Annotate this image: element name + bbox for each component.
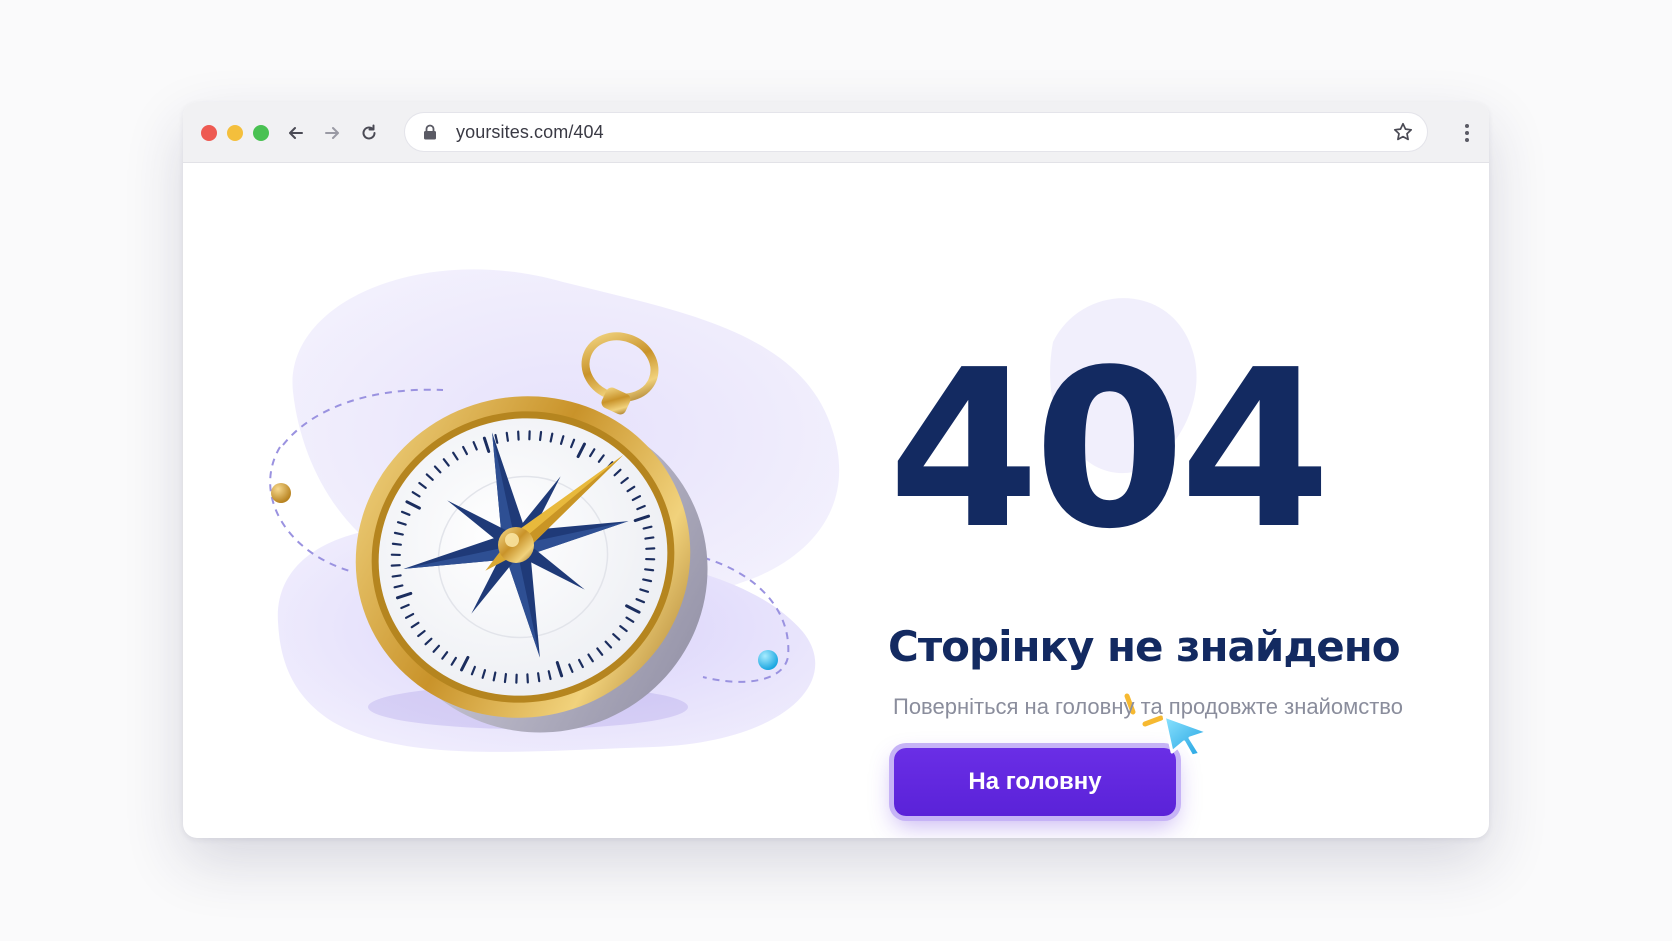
reload-button[interactable]	[356, 120, 382, 146]
compass-tick	[503, 672, 508, 684]
compass-tick	[644, 568, 655, 572]
compass-tick	[391, 542, 402, 546]
minimize-window-button[interactable]	[227, 125, 243, 141]
forward-button[interactable]	[319, 120, 345, 146]
compass-tick	[644, 536, 655, 540]
compass-tick	[537, 672, 541, 683]
browser-toolbar: yoursites.com/404	[183, 102, 1489, 163]
pointer-cursor-icon	[1162, 714, 1210, 758]
compass-tick	[505, 431, 509, 442]
home-button[interactable]: На головну	[894, 748, 1176, 816]
close-window-button[interactable]	[201, 125, 217, 141]
reload-icon	[362, 124, 376, 140]
page-title: Сторінку не знайдено	[888, 622, 1401, 671]
url-text: yoursites.com/404	[456, 122, 604, 142]
page-subtitle: Поверніться на головну та продовжте знай…	[893, 694, 1403, 719]
back-button[interactable]	[283, 120, 309, 146]
lock-icon	[424, 124, 436, 140]
browser-window: yoursites.com/404 404 Сторінку не знайде…	[183, 102, 1489, 838]
error-code: 404	[888, 324, 1331, 577]
arrow-right-icon	[325, 127, 339, 139]
compass-tick	[391, 574, 402, 578]
star-icon[interactable]	[1393, 122, 1413, 142]
compass-tick	[538, 430, 543, 442]
kebab-menu-icon[interactable]	[1459, 120, 1475, 146]
maximize-window-button[interactable]	[253, 125, 269, 141]
address-bar[interactable]: yoursites.com/404	[405, 113, 1427, 151]
arrow-left-icon	[289, 127, 303, 139]
